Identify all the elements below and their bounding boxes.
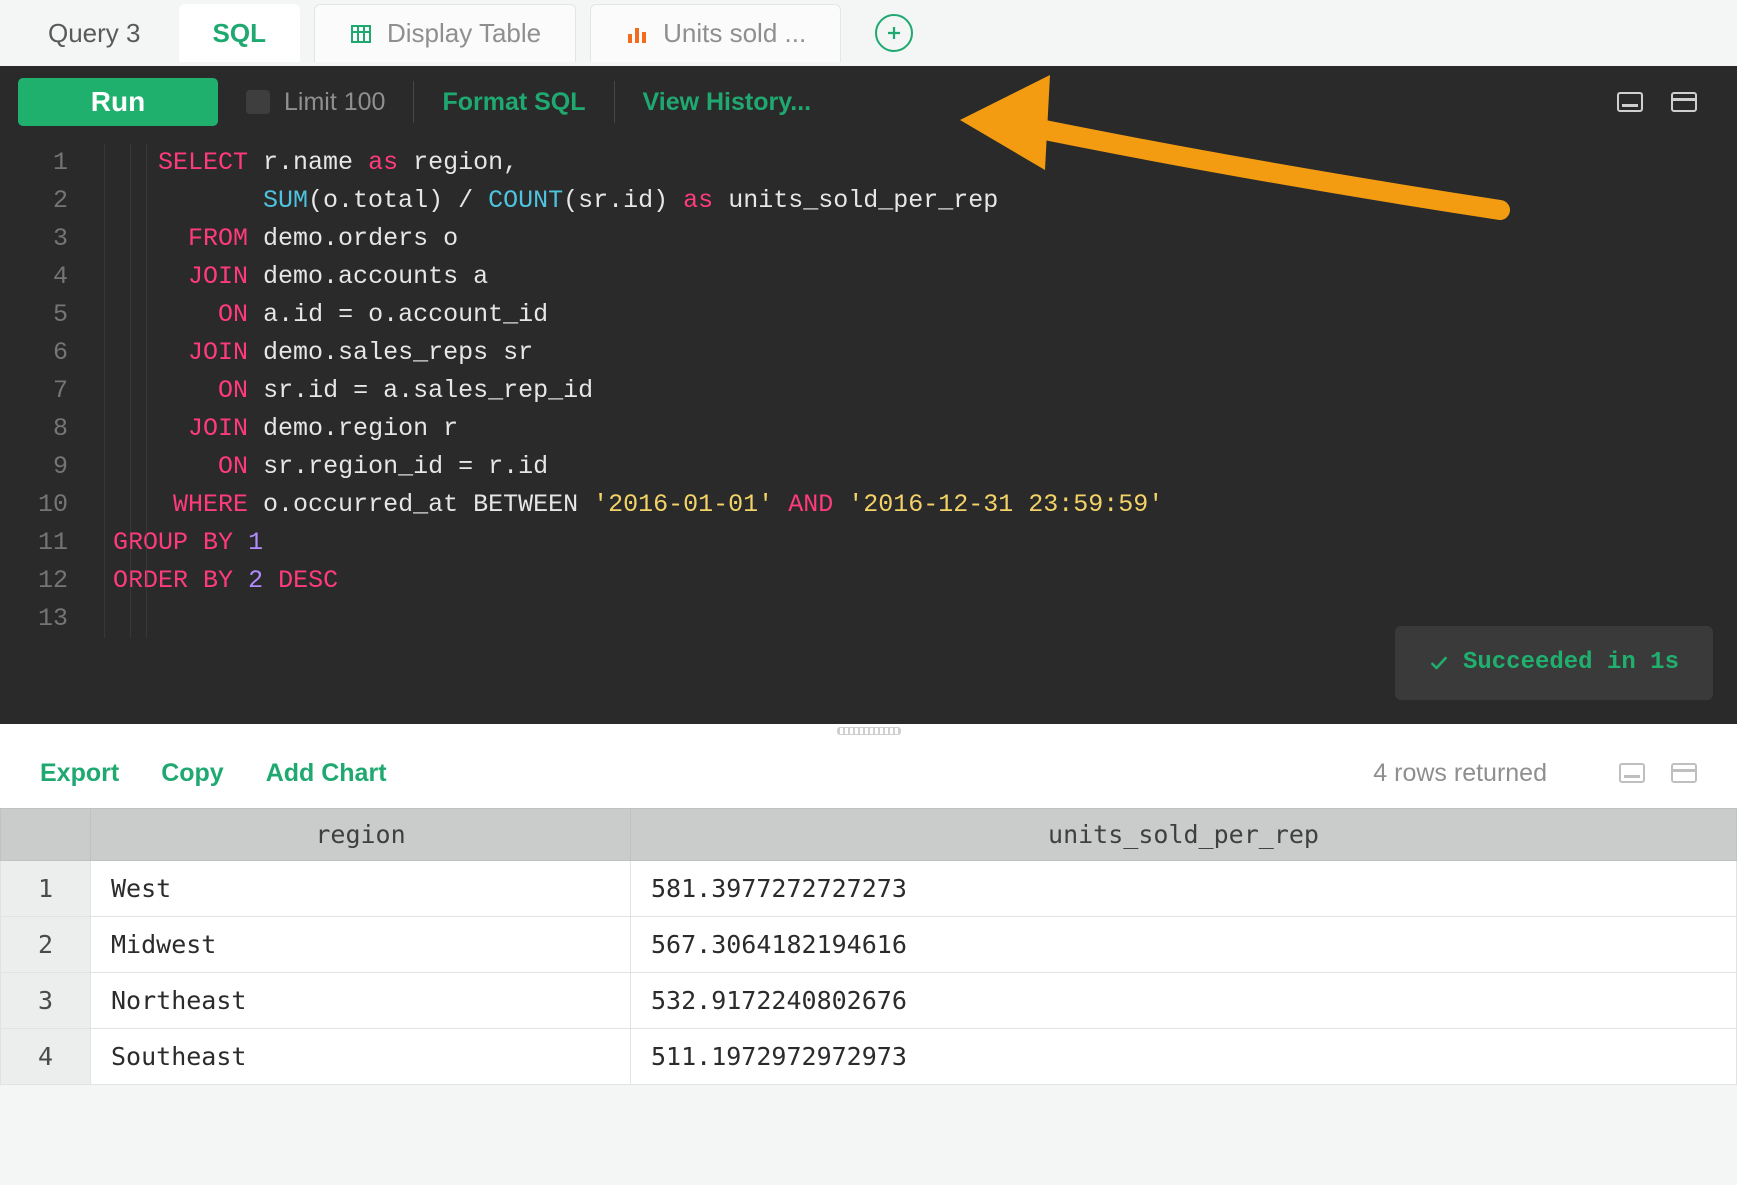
table-cell[interactable]: 581.3977272727273: [631, 861, 1737, 917]
tab-units-sold[interactable]: Units sold ...: [590, 4, 841, 62]
table-cell[interactable]: Midwest: [91, 917, 631, 973]
table-cell[interactable]: 532.9172240802676: [631, 973, 1737, 1029]
line-number: 9: [0, 448, 68, 486]
rows-returned-label: 4 rows returned: [1373, 759, 1547, 788]
row-number-cell: 4: [1, 1029, 91, 1085]
code-line[interactable]: SELECT r.name as region,: [98, 144, 1737, 182]
table-cell[interactable]: Northeast: [91, 973, 631, 1029]
query-title: Query 3: [14, 18, 165, 49]
table-row[interactable]: 2Midwest567.3064182194616: [1, 917, 1737, 973]
table-cell[interactable]: West: [91, 861, 631, 917]
copy-button[interactable]: Copy: [161, 759, 224, 788]
tab-display-table-label: Display Table: [387, 18, 541, 49]
table-cell[interactable]: 567.3064182194616: [631, 917, 1737, 973]
tab-strip: Query 3 SQL Display Table Units sold ...: [0, 0, 1737, 66]
code-line[interactable]: ON sr.region_id = r.id: [98, 448, 1737, 486]
line-number: 1: [0, 144, 68, 182]
tab-display-table[interactable]: Display Table: [314, 4, 576, 62]
bar-chart-icon: [625, 22, 649, 46]
code-area[interactable]: SELECT r.name as region, SUM(o.total) / …: [90, 138, 1737, 644]
row-number-cell: 2: [1, 917, 91, 973]
table-row[interactable]: 1West581.3977272727273: [1, 861, 1737, 917]
line-number-gutter: 12345678910111213: [0, 138, 90, 644]
results-table: region units_sold_per_rep 1West581.39772…: [0, 808, 1737, 1085]
column-header-region[interactable]: region: [91, 809, 631, 861]
code-line[interactable]: ON a.id = o.account_id: [98, 296, 1737, 334]
code-line[interactable]: JOIN demo.region r: [98, 410, 1737, 448]
column-header-units[interactable]: units_sold_per_rep: [631, 809, 1737, 861]
add-chart-button[interactable]: Add Chart: [266, 759, 387, 788]
limit-100-toggle[interactable]: Limit 100: [246, 88, 385, 117]
code-line[interactable]: WHERE o.occurred_at BETWEEN '2016-01-01'…: [98, 486, 1737, 524]
line-number: 13: [0, 600, 68, 638]
code-line[interactable]: JOIN demo.sales_reps sr: [98, 334, 1737, 372]
table-icon: [349, 22, 373, 46]
run-status-pill: Succeeded in 1s: [1395, 626, 1713, 700]
code-line[interactable]: ON sr.id = a.sales_rep_id: [98, 372, 1737, 410]
format-sql-button[interactable]: Format SQL: [442, 88, 585, 117]
results-header-row: region units_sold_per_rep: [1, 809, 1737, 861]
line-number: 12: [0, 562, 68, 600]
code-line[interactable]: GROUP BY 1: [98, 524, 1737, 562]
sql-editor-panel: Run Limit 100 Format SQL View History...…: [0, 66, 1737, 724]
line-number: 11: [0, 524, 68, 562]
table-cell[interactable]: 511.1972972972973: [631, 1029, 1737, 1085]
add-tab-button[interactable]: [875, 14, 913, 52]
row-number-cell: 1: [1, 861, 91, 917]
tab-sql[interactable]: SQL: [179, 4, 300, 62]
limit-label: Limit 100: [284, 88, 385, 117]
run-button[interactable]: Run: [18, 78, 218, 126]
minimize-results-icon[interactable]: [1619, 763, 1645, 783]
line-number: 8: [0, 410, 68, 448]
line-number: 4: [0, 258, 68, 296]
pane-splitter[interactable]: [0, 724, 1737, 738]
toolbar-separator: [413, 81, 414, 123]
table-row[interactable]: 3Northeast532.9172240802676: [1, 973, 1737, 1029]
run-status-text: Succeeded in 1s: [1463, 644, 1679, 682]
view-history-button[interactable]: View History...: [643, 88, 812, 117]
tab-sql-label: SQL: [213, 18, 266, 49]
table-cell[interactable]: Southeast: [91, 1029, 631, 1085]
row-number-cell: 3: [1, 973, 91, 1029]
minimize-editor-icon[interactable]: [1617, 92, 1643, 112]
export-button[interactable]: Export: [40, 759, 119, 788]
results-toolbar: Export Copy Add Chart 4 rows returned: [0, 738, 1737, 808]
maximize-editor-icon[interactable]: [1671, 92, 1697, 112]
editor-toolbar: Run Limit 100 Format SQL View History...: [0, 66, 1737, 138]
line-number: 7: [0, 372, 68, 410]
toolbar-separator: [614, 81, 615, 123]
code-line[interactable]: ORDER BY 2 DESC: [98, 562, 1737, 600]
line-number: 3: [0, 220, 68, 258]
line-number: 6: [0, 334, 68, 372]
code-line[interactable]: FROM demo.orders o: [98, 220, 1737, 258]
row-number-header: [1, 809, 91, 861]
limit-checkbox[interactable]: [246, 90, 270, 114]
code-editor[interactable]: 12345678910111213 SELECT r.name as regio…: [0, 138, 1737, 724]
code-line[interactable]: JOIN demo.accounts a: [98, 258, 1737, 296]
line-number: 10: [0, 486, 68, 524]
table-row[interactable]: 4Southeast511.1972972972973: [1, 1029, 1737, 1085]
tab-units-sold-label: Units sold ...: [663, 18, 806, 49]
maximize-results-icon[interactable]: [1671, 763, 1697, 783]
line-number: 2: [0, 182, 68, 220]
line-number: 5: [0, 296, 68, 334]
code-line[interactable]: SUM(o.total) / COUNT(sr.id) as units_sol…: [98, 182, 1737, 220]
